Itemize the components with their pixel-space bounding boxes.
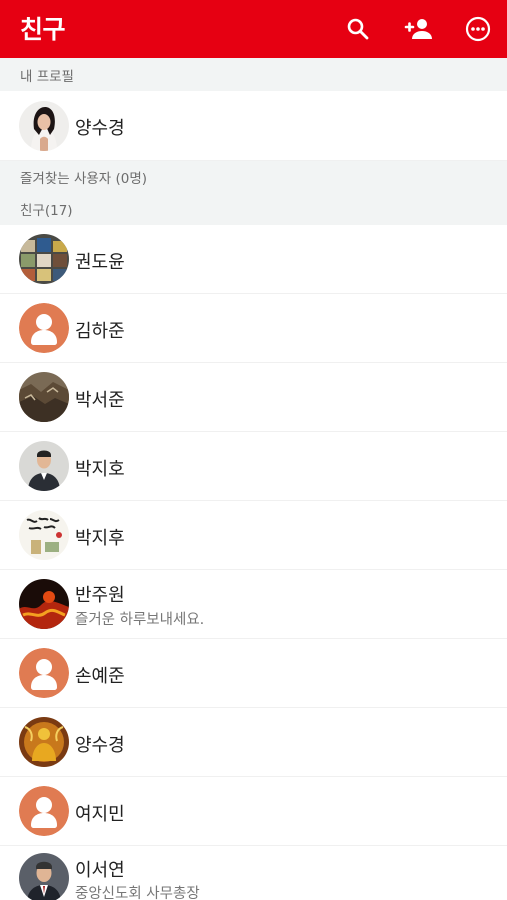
friend-row[interactable]: 박서준 bbox=[0, 363, 507, 432]
more-icon[interactable] bbox=[458, 9, 498, 49]
friend-row[interactable]: 양수경 bbox=[0, 708, 507, 777]
friend-row[interactable]: 김하준 bbox=[0, 294, 507, 363]
friend-row[interactable]: 권도윤 bbox=[0, 225, 507, 294]
profile-name: 양수경 bbox=[75, 118, 125, 139]
friend-row[interactable]: 손예준 bbox=[0, 639, 507, 708]
friend-row[interactable]: 여지민 bbox=[0, 777, 507, 846]
section-header-my-profile: 내 프로필 bbox=[0, 58, 507, 91]
friend-row[interactable]: 이서연 중앙신도회 사무총장 bbox=[0, 846, 507, 900]
search-icon[interactable] bbox=[338, 9, 378, 49]
friend-name: 반주원 bbox=[75, 585, 125, 606]
avatar bbox=[19, 441, 69, 491]
friend-name: 박지후 bbox=[75, 528, 125, 549]
friend-name: 권도윤 bbox=[75, 252, 125, 273]
default-person-icon bbox=[19, 303, 69, 353]
default-person-icon bbox=[19, 786, 69, 836]
friend-name: 박지호 bbox=[75, 459, 125, 480]
app-bar: 친구 bbox=[0, 0, 507, 58]
avatar bbox=[19, 101, 69, 151]
friend-name: 여지민 bbox=[75, 804, 125, 825]
friend-name: 양수경 bbox=[75, 735, 125, 756]
friend-row[interactable]: 박지후 bbox=[0, 501, 507, 570]
avatar bbox=[19, 579, 69, 629]
my-profile-row[interactable]: 양수경 bbox=[0, 91, 507, 161]
default-person-icon bbox=[19, 648, 69, 698]
add-friend-icon[interactable] bbox=[398, 9, 438, 49]
avatar bbox=[19, 717, 69, 767]
section-header-friends: 친구(17) bbox=[0, 193, 507, 225]
avatar bbox=[19, 510, 69, 560]
friend-name: 박서준 bbox=[75, 390, 125, 411]
avatar bbox=[19, 234, 69, 284]
friend-name: 이서연 bbox=[75, 860, 125, 881]
friend-row[interactable]: 박지호 bbox=[0, 432, 507, 501]
section-label: 친구(17) bbox=[20, 203, 73, 219]
section-label: 내 프로필 bbox=[20, 68, 74, 85]
friend-name: 김하준 bbox=[75, 321, 125, 342]
page-title: 친구 bbox=[20, 15, 66, 44]
section-label: 즐겨찾는 사용자 (0명) bbox=[20, 171, 148, 187]
avatar bbox=[19, 372, 69, 422]
friend-status-message: 즐거운 하루보내세요. bbox=[75, 612, 205, 628]
section-header-favorites: 즐겨찾는 사용자 (0명) bbox=[0, 161, 507, 193]
avatar bbox=[19, 853, 69, 900]
friend-row[interactable]: 반주원 즐거운 하루보내세요. bbox=[0, 570, 507, 639]
friend-name: 손예준 bbox=[75, 666, 125, 687]
friend-status-message: 중앙신도회 사무총장 bbox=[75, 886, 200, 900]
